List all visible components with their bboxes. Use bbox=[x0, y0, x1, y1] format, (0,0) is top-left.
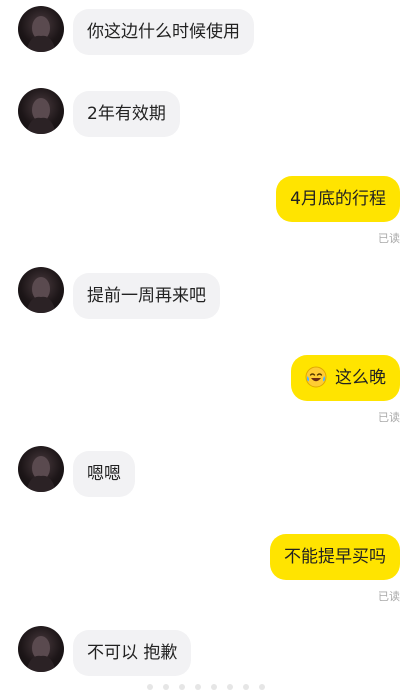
read-status: 已读 bbox=[378, 411, 400, 424]
page-dot bbox=[163, 684, 169, 690]
message-row-incoming: 提前一周再来吧 bbox=[0, 267, 412, 319]
message-text: 嗯嗯 bbox=[87, 464, 121, 484]
read-status: 已读 bbox=[378, 590, 400, 603]
page-dot bbox=[243, 684, 249, 690]
message-bubble[interactable]: 4月底的行程 bbox=[276, 176, 400, 222]
message-text: 这么晚 bbox=[335, 368, 386, 388]
message-row-incoming: 2年有效期 bbox=[0, 88, 412, 140]
message-text: 不可以 抱歉 bbox=[87, 643, 178, 663]
page-dot bbox=[179, 684, 185, 690]
message-row-outgoing: 4月底的行程 已读 bbox=[0, 176, 412, 246]
contact-avatar[interactable] bbox=[18, 267, 64, 313]
message-text: 你这边什么时候使用 bbox=[87, 22, 240, 42]
message-bubble[interactable]: 你这边什么时候使用 bbox=[73, 9, 254, 55]
message-row-incoming: 嗯嗯 bbox=[0, 446, 412, 498]
chat-message-list[interactable]: 你这边什么时候使用 2年有效期 4月底的行程 已读 提前一周再来吧 这么晚 已读… bbox=[0, 0, 412, 691]
page-indicator-dots bbox=[0, 675, 412, 690]
message-bubble[interactable]: 不可以 抱歉 bbox=[73, 630, 192, 676]
page-dot bbox=[227, 684, 233, 690]
page-dot bbox=[211, 684, 217, 690]
contact-avatar[interactable] bbox=[18, 88, 64, 134]
message-row-incoming: 不可以 抱歉 bbox=[0, 626, 412, 678]
read-status: 已读 bbox=[378, 232, 400, 245]
contact-avatar[interactable] bbox=[18, 446, 64, 492]
message-row-outgoing: 这么晚 已读 bbox=[0, 355, 412, 425]
message-row-outgoing: 不能提早买吗 已读 bbox=[0, 534, 412, 604]
page-dot bbox=[259, 684, 265, 690]
message-bubble[interactable]: 提前一周再来吧 bbox=[73, 273, 220, 319]
message-bubble[interactable]: 不能提早买吗 bbox=[270, 534, 400, 580]
page-dot bbox=[147, 684, 153, 690]
message-text: 不能提早买吗 bbox=[284, 547, 386, 567]
page-dot bbox=[195, 684, 201, 690]
message-row-incoming: 你这边什么时候使用 bbox=[0, 6, 412, 58]
message-bubble[interactable]: 2年有效期 bbox=[73, 91, 180, 137]
message-bubble[interactable]: 这么晚 bbox=[291, 355, 400, 401]
message-text: 2年有效期 bbox=[87, 104, 166, 124]
tears-of-joy-icon bbox=[305, 360, 327, 388]
contact-avatar[interactable] bbox=[18, 6, 64, 52]
message-text: 提前一周再来吧 bbox=[87, 286, 206, 306]
message-bubble[interactable]: 嗯嗯 bbox=[73, 451, 135, 497]
message-text: 4月底的行程 bbox=[290, 189, 386, 209]
contact-avatar[interactable] bbox=[18, 626, 64, 672]
